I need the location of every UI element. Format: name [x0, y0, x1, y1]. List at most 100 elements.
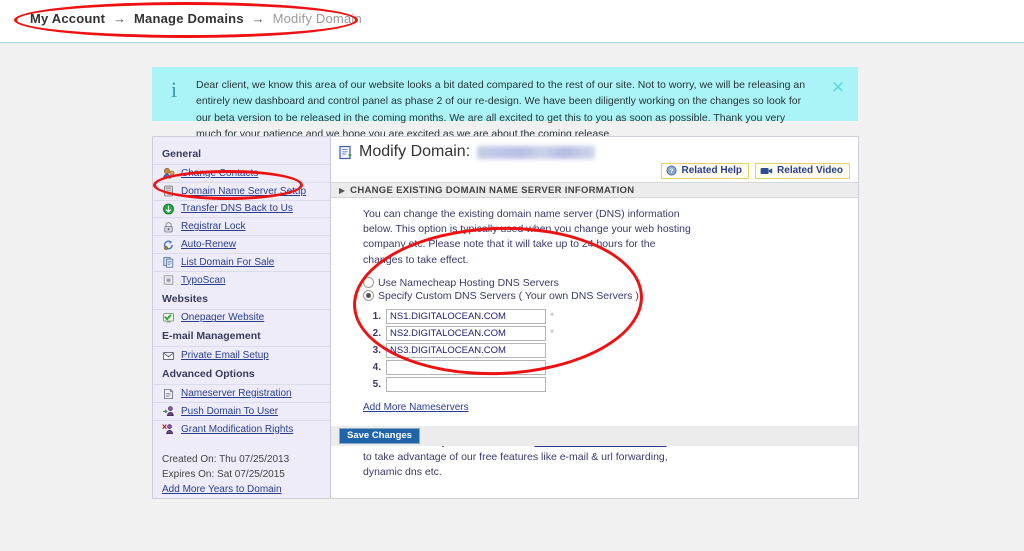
breadcrumb-item-manage-domains[interactable]: Manage Domains	[134, 11, 244, 26]
related-buttons: ? Related Help Related Video	[661, 163, 850, 179]
breadcrumb-separator: →	[109, 11, 130, 26]
nameserver-row: 4.	[363, 360, 693, 375]
sidebar-item-nameserver-registration[interactable]: Nameserver Registration	[153, 384, 330, 402]
sidebar-item-typoscan[interactable]: a TypoScan	[153, 271, 330, 289]
info-icon: i	[152, 67, 196, 101]
notice-banner: i Dear client, we know this area of our …	[152, 67, 858, 121]
typoscan-icon: a	[162, 274, 175, 286]
nameserver-input-4[interactable]	[386, 360, 546, 375]
radio-specify-custom-dns[interactable]: Specify Custom DNS Servers ( Your own DN…	[363, 290, 693, 302]
server-icon	[162, 185, 175, 197]
required-mark: *	[546, 328, 558, 338]
sidebar-item-onepager-website[interactable]: Onepager Website	[153, 309, 330, 327]
website-icon	[162, 312, 175, 324]
nameserver-input-1[interactable]	[386, 309, 546, 324]
nameserver-row: 2. *	[363, 326, 693, 341]
related-video-label: Related Video	[777, 165, 843, 176]
sidebar-item-domain-name-server-setup[interactable]: Domain Name Server Setup	[153, 182, 330, 200]
nameserver-icon	[162, 388, 175, 400]
video-icon	[760, 166, 773, 176]
expires-on-text: Expires On: Sat 07/25/2015	[162, 467, 330, 482]
sidebar-item-grant-modification-rights[interactable]: Grant Modification Rights	[153, 420, 330, 438]
sidebar-group-email-management: E-mail Management	[153, 326, 330, 346]
content-area: Modify Domain: ? Related Help Rela	[331, 137, 858, 498]
breadcrumb-bar: My Account → Manage Domains → Modify Dom…	[0, 0, 1024, 43]
nameserver-index: 3.	[363, 345, 381, 356]
sidebar-group-advanced-options: Advanced Options	[153, 364, 330, 384]
section-header-label: CHANGE EXISTING DOMAIN NAME SERVER INFOR…	[350, 185, 634, 196]
radio-label: Specify Custom DNS Servers ( Your own DN…	[378, 290, 639, 302]
modify-domain-icon	[339, 145, 354, 160]
breadcrumb: My Account → Manage Domains → Modify Dom…	[30, 11, 362, 26]
sidebar-item-label: Push Domain To User	[181, 406, 278, 417]
renew-icon	[162, 239, 175, 251]
sidebar-group-general: General	[153, 144, 330, 164]
sidebar-item-label: TypoScan	[181, 275, 225, 286]
sidebar-group-websites: Websites	[153, 289, 330, 309]
sidebar-item-label: Nameserver Registration	[181, 388, 292, 399]
close-icon[interactable]: ✕	[818, 67, 858, 98]
sidebar-item-label: Grant Modification Rights	[181, 424, 293, 435]
main-panel: General Change Contacts Domain Name Serv…	[152, 136, 859, 499]
page-title-text: Modify Domain:	[359, 143, 470, 161]
sidebar-item-label: Onepager Website	[181, 312, 264, 323]
radio-use-namecheap-dns[interactable]: Use Namecheap Hosting DNS Servers	[363, 277, 693, 289]
nameserver-row: 1. *	[363, 309, 693, 324]
sidebar-item-push-domain-to-user[interactable]: Push Domain To User	[153, 402, 330, 420]
nameserver-list: 1. * 2. * 3. 4.	[363, 309, 693, 392]
sidebar-item-transfer-dns-back-to-us[interactable]: Transfer DNS Back to Us	[153, 200, 330, 218]
created-on-text: Created On: Thu 07/25/2013	[162, 452, 330, 467]
add-more-years-link[interactable]: Add More Years to Domain	[162, 484, 282, 495]
grant-icon	[162, 423, 175, 435]
radio-icon	[363, 277, 374, 288]
breadcrumb-item-my-account[interactable]: My Account	[30, 11, 105, 26]
save-changes-button[interactable]: Save Changes	[339, 428, 420, 444]
sidebar-item-auto-renew[interactable]: Auto-Renew	[153, 235, 330, 253]
related-video-button[interactable]: Related Video	[755, 163, 850, 179]
nameserver-row: 3.	[363, 343, 693, 358]
sidebar-item-change-contacts[interactable]: Change Contacts	[153, 164, 330, 182]
related-help-button[interactable]: ? Related Help	[661, 163, 749, 179]
sidebar-item-label: Private Email Setup	[181, 350, 269, 361]
sidebar-item-label: Transfer DNS Back to Us	[181, 203, 293, 214]
transfer-icon	[162, 203, 175, 215]
email-icon	[162, 350, 175, 362]
breadcrumb-item-modify-domain: Modify Domain	[273, 11, 362, 26]
sidebar-item-label: Domain Name Server Setup	[181, 186, 306, 197]
add-more-nameservers-link[interactable]: Add More Nameservers	[363, 402, 469, 413]
sidebar-item-label: Change Contacts	[181, 168, 258, 179]
nameserver-input-2[interactable]	[386, 326, 546, 341]
dns-intro-text: You can change the existing domain name …	[363, 207, 693, 268]
sidebar-item-list-domain-for-sale[interactable]: List Domain For Sale	[153, 253, 330, 271]
svg-text:?: ?	[670, 168, 674, 175]
domain-name-redacted	[477, 146, 595, 159]
sidebar-item-registrar-lock[interactable]: Registrar Lock	[153, 217, 330, 235]
nameserver-index: 5.	[363, 379, 381, 390]
sidebar-item-label: Registrar Lock	[181, 221, 245, 232]
sidebar-item-private-email-setup[interactable]: Private Email Setup	[153, 346, 330, 364]
lock-icon	[162, 221, 175, 233]
radio-label: Use Namecheap Hosting DNS Servers	[378, 277, 559, 289]
section-header-change-dns[interactable]: ▶ CHANGE EXISTING DOMAIN NAME SERVER INF…	[331, 182, 858, 198]
push-icon	[162, 405, 175, 417]
nameserver-input-5[interactable]	[386, 377, 546, 392]
radio-icon-selected	[363, 290, 374, 301]
contacts-icon	[162, 167, 175, 179]
page-title: Modify Domain:	[339, 143, 595, 161]
related-help-label: Related Help	[681, 165, 742, 176]
required-mark: *	[546, 311, 558, 321]
nameserver-input-3[interactable]	[386, 343, 546, 358]
sale-icon	[162, 256, 175, 268]
nameserver-index: 1.	[363, 311, 381, 322]
chevron-right-icon: ▶	[339, 186, 345, 195]
sidebar-item-label: Auto-Renew	[181, 239, 236, 250]
sidebar: General Change Contacts Domain Name Serv…	[153, 137, 331, 498]
sidebar-item-label: List Domain For Sale	[181, 257, 274, 268]
save-bar: Save Changes	[331, 426, 858, 446]
nameserver-index: 2.	[363, 328, 381, 339]
nameserver-row: 5.	[363, 377, 693, 392]
help-icon: ?	[666, 165, 677, 176]
domain-dates: Created On: Thu 07/25/2013 Expires On: S…	[153, 438, 330, 497]
nameserver-index: 4.	[363, 362, 381, 373]
breadcrumb-separator: →	[248, 11, 269, 26]
